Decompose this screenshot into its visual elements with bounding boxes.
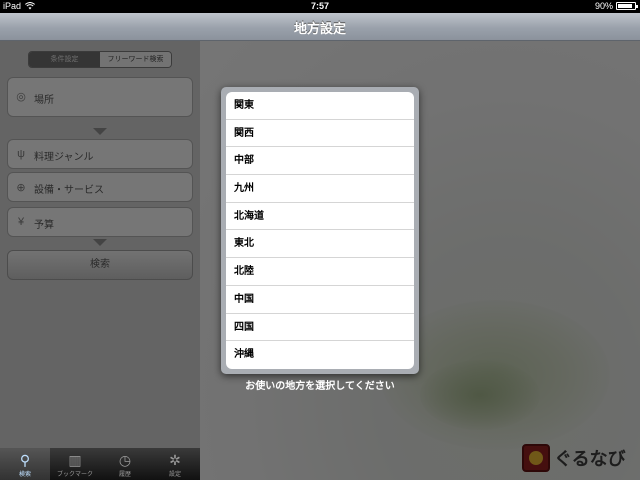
clock-icon: ◷ xyxy=(118,452,132,468)
region-row-okinawa[interactable]: 沖縄 xyxy=(226,341,414,369)
tab-search-label: 検索 xyxy=(18,472,31,478)
tab-bar: ⚲ 検索 ▥ ブックマーク ◷ 履歴 ✲ 設定 xyxy=(0,448,200,480)
region-row-shikoku[interactable]: 四国 xyxy=(226,314,414,342)
region-popover: 関東 関西 中部 九州 北海道 東北 北陸 中国 四国 沖縄 xyxy=(221,87,419,374)
search-icon: ⚲ xyxy=(19,452,31,468)
region-row-hokuriku[interactable]: 北陸 xyxy=(226,258,414,286)
region-list: 関東 関西 中部 九州 北海道 東北 北陸 中国 四国 沖縄 xyxy=(226,92,414,369)
tab-history-label: 履歴 xyxy=(118,472,131,478)
tab-search[interactable]: ⚲ 検索 xyxy=(0,448,50,480)
status-bar: iPad 7:57 90% xyxy=(0,0,640,13)
tab-bookmark-label: ブックマーク xyxy=(56,472,93,478)
tab-history[interactable]: ◷ 履歴 xyxy=(100,448,150,480)
region-row-kyushu[interactable]: 九州 xyxy=(226,175,414,203)
region-row-tohoku[interactable]: 東北 xyxy=(226,230,414,259)
tab-settings[interactable]: ✲ 設定 xyxy=(150,448,200,480)
popover-caption: お使いの地方を選択してください xyxy=(245,381,395,392)
tab-bookmark[interactable]: ▥ ブックマーク xyxy=(50,448,100,480)
battery-icon xyxy=(616,2,638,10)
gear-icon: ✲ xyxy=(169,452,181,468)
region-row-chugoku[interactable]: 中国 xyxy=(226,286,414,314)
battery-percent: 90% xyxy=(594,1,613,11)
region-row-kansai[interactable]: 関西 xyxy=(226,120,414,148)
region-row-hokkaido[interactable]: 北海道 xyxy=(226,203,414,231)
nav-title: 地方設定 xyxy=(293,21,346,36)
region-row-kanto[interactable]: 関東 xyxy=(226,92,414,120)
book-icon: ▥ xyxy=(68,452,82,468)
navigation-bar: 地方設定 xyxy=(0,13,640,41)
status-time: 7:57 xyxy=(310,1,329,11)
region-row-chubu[interactable]: 中部 xyxy=(226,147,414,176)
tab-settings-label: 設定 xyxy=(168,472,181,478)
